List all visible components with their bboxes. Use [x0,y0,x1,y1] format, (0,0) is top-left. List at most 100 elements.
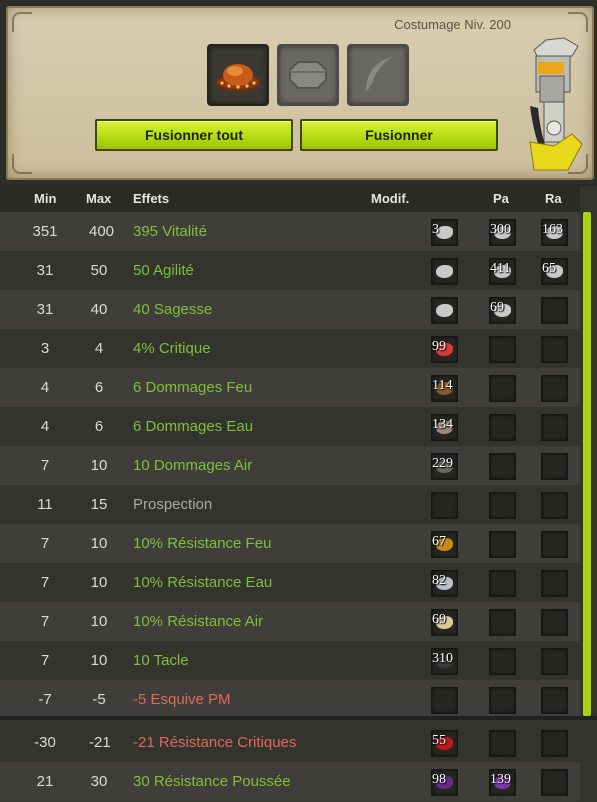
ra-rune-slot[interactable] [541,492,568,519]
ra-rune-slot[interactable] [541,609,568,636]
min-value: 7 [40,457,50,474]
pa-rune-slot[interactable] [489,453,516,480]
effect-label: 10 Tacle [133,652,189,669]
modif-rune-slot[interactable]: 99 [431,336,458,363]
ra-rune-slot[interactable]: 163 [541,219,568,246]
item-slot-hat[interactable] [207,44,269,106]
modif-rune-slot[interactable]: 67 [431,531,458,558]
modif-rune-slot[interactable] [431,492,458,519]
modif-count: 3 [432,222,439,237]
ra-rune-slot[interactable] [541,648,568,675]
pa-rune-slot[interactable] [489,492,516,519]
modif-rune-slot[interactable]: 114 [431,375,458,402]
table-row: 3 4 4% Critique 99 [0,329,580,368]
max-value: 10 [90,535,108,552]
modif-rune-slot[interactable] [431,687,458,714]
ra-rune-slot[interactable]: 65 [541,258,568,285]
pa-rune-slot[interactable] [489,730,516,757]
corner-ornament [568,12,588,32]
ra-rune-slot[interactable] [541,453,568,480]
table-row: -30 -21 -21 Résistance Critiques 55 [0,723,580,762]
effect-label: 6 Dommages Feu [133,379,253,396]
pa-rune-slot[interactable] [489,414,516,441]
effect-label: 10% Résistance Eau [133,574,273,591]
item-slot-feather[interactable] [347,44,409,106]
pa-rune-slot[interactable]: 411 [489,258,516,285]
modif-rune-slot[interactable]: 82 [431,570,458,597]
corner-ornament [12,154,32,174]
pa-count: 300 [490,222,511,237]
min-value: 11 [37,496,53,513]
item-slot-octagon[interactable] [277,44,339,106]
ra-rune-slot[interactable] [541,769,568,796]
pa-rune-slot[interactable] [489,648,516,675]
pa-rune-slot[interactable] [489,531,516,558]
fusion-panel: Costumage Niv. 200 Fusionner tout Fusion… [0,0,597,184]
min-value: -7 [38,691,52,708]
section-divider [0,716,597,720]
header-effects: Effets [133,191,170,206]
modif-count: 99 [432,339,446,354]
pa-count: 139 [490,772,511,787]
effect-label: 50 Agilité [133,262,194,279]
table-row: 7 10 10% Résistance Feu 67 [0,524,580,563]
min-value: 351 [32,223,58,240]
max-value: -5 [92,691,106,708]
pa-rune-slot[interactable]: 300 [489,219,516,246]
effect-label: 30 Résistance Poussée [133,773,291,790]
modif-count: 82 [432,573,446,588]
modif-count: 134 [432,417,453,432]
ra-rune-slot[interactable] [541,570,568,597]
pa-rune-slot[interactable] [489,336,516,363]
scrollbar[interactable] [583,212,591,716]
modif-count: 114 [432,378,453,393]
table-row: 7 10 10 Tacle 310 [0,641,580,680]
table-row: 7 10 10% Résistance Air 69 [0,602,580,641]
modif-count: 310 [432,651,453,666]
ra-rune-slot[interactable] [541,414,568,441]
modif-count: 229 [432,456,453,471]
ra-rune-slot[interactable] [541,730,568,757]
min-value: 7 [40,574,50,591]
min-value: 4 [40,379,50,396]
ra-rune-slot[interactable] [541,531,568,558]
max-value: 10 [90,457,108,474]
effect-label: -5 Esquive PM [133,691,231,708]
table-row: -7 -5 -5 Esquive PM [0,680,580,719]
modif-rune-slot[interactable]: 134 [431,414,458,441]
ra-rune-slot[interactable] [541,375,568,402]
max-value: 40 [90,301,108,318]
modif-rune-slot[interactable]: 310 [431,648,458,675]
header-min: Min [34,191,57,206]
merge-button[interactable]: Fusionner [300,119,498,151]
modif-rune-slot[interactable]: 229 [431,453,458,480]
modif-rune-slot[interactable] [431,297,458,324]
modif-rune-slot[interactable]: 69 [431,609,458,636]
pa-rune-slot[interactable] [489,570,516,597]
modif-rune-slot[interactable] [431,258,458,285]
table-row: 4 6 6 Dommages Feu 114 [0,368,580,407]
modif-count: 55 [432,733,446,748]
effect-label: -21 Résistance Critiques [133,734,297,751]
ra-rune-slot[interactable] [541,297,568,324]
ra-rune-slot[interactable] [541,336,568,363]
min-value: 7 [40,652,50,669]
min-value: 31 [36,301,54,318]
pa-rune-slot[interactable] [489,687,516,714]
pa-rune-slot[interactable] [489,609,516,636]
header-pa: Pa [493,191,509,206]
effects-table: Min Max Effets Modif. Pa Ra 351 400 395 Vi… [0,186,597,802]
modif-rune-slot[interactable]: 55 [431,730,458,757]
pa-rune-slot[interactable] [489,375,516,402]
pa-rune-slot[interactable]: 69 [489,297,516,324]
modif-rune-slot[interactable]: 3 [431,219,458,246]
pa-rune-slot[interactable]: 139 [489,769,516,796]
max-value: 4 [94,340,104,357]
ra-rune-slot[interactable] [541,687,568,714]
modif-rune-slot[interactable]: 98 [431,769,458,796]
modif-count: 67 [432,534,446,549]
merge-all-button[interactable]: Fusionner tout [95,119,293,151]
effect-label: 10 Dommages Air [133,457,253,474]
min-value: 3 [40,340,50,357]
modif-count: 69 [432,612,446,627]
